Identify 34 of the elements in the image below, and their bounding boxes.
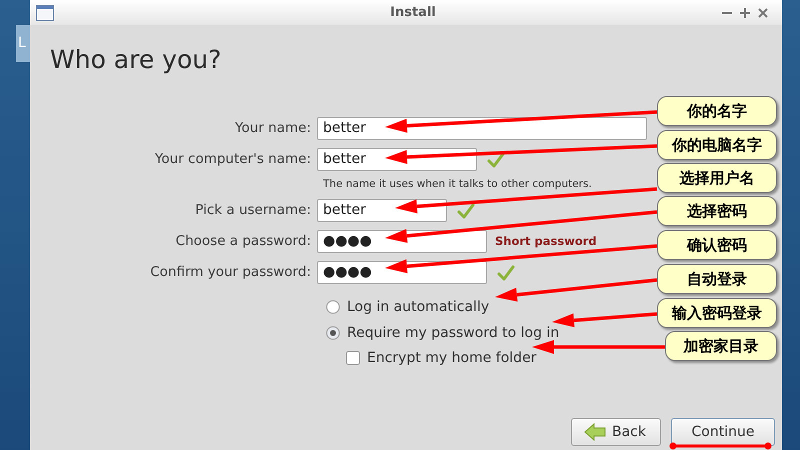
input-field[interactable]: ●●●● bbox=[317, 261, 487, 284]
field-label: Choose a password: bbox=[176, 232, 311, 252]
radio-label[interactable]: Log in automatically bbox=[347, 296, 490, 318]
radio-button[interactable] bbox=[326, 326, 340, 340]
callout-label: 确认密码 bbox=[657, 230, 777, 260]
window-label: L bbox=[18, 34, 26, 53]
callout-label: 选择用户名 bbox=[657, 163, 777, 193]
checkbox-label[interactable]: Encrypt my home folder bbox=[367, 348, 536, 368]
callout-label: 选择密码 bbox=[657, 196, 777, 226]
window-icon bbox=[36, 4, 54, 20]
callout-label: 你的电脑名字 bbox=[657, 130, 777, 160]
radio-label[interactable]: Require my password to log in bbox=[347, 322, 560, 344]
field-label: Your name: bbox=[235, 119, 311, 138]
hint-text: The name it uses when it talks to other computers. bbox=[323, 177, 592, 192]
back-button[interactable]: Back bbox=[571, 418, 661, 446]
continue-button[interactable]: Continue bbox=[671, 418, 775, 446]
input-field[interactable]: ●●●● bbox=[317, 230, 487, 253]
callout-label: 自动登录 bbox=[657, 264, 777, 294]
warning-text: Short password bbox=[495, 232, 597, 250]
checkbox[interactable] bbox=[346, 351, 360, 365]
left-arrow-icon bbox=[584, 423, 606, 441]
input-field[interactable]: better bbox=[317, 199, 447, 222]
callout-label: 你的名字 bbox=[657, 96, 777, 126]
window-title: Install bbox=[390, 4, 436, 22]
field-label: Your computer's name: bbox=[154, 150, 311, 170]
radio-button[interactable] bbox=[326, 300, 340, 314]
input-field[interactable]: better bbox=[317, 117, 647, 140]
callout-label: 输入密码登录 bbox=[657, 298, 777, 328]
field-label: Confirm your password: bbox=[150, 263, 311, 282]
maximize-icon[interactable] bbox=[740, 8, 750, 18]
close-icon[interactable] bbox=[758, 8, 768, 18]
callout-label: 加密家目录 bbox=[665, 331, 777, 361]
page-heading: Who are you? bbox=[50, 45, 222, 75]
field-label: Pick a username: bbox=[195, 201, 311, 220]
